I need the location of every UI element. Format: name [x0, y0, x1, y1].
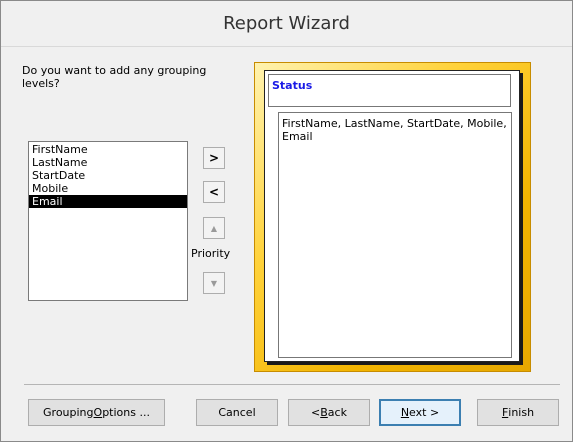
detail-fields-text: FirstName, LastName, StartDate, Mobile, …: [282, 117, 507, 143]
cancel-button[interactable]: Cancel: [196, 399, 278, 426]
list-item[interactable]: LastName: [29, 156, 187, 169]
remove-grouping-button[interactable]: <: [203, 181, 225, 203]
footer-divider: [24, 384, 560, 385]
grouping-prompt: Do you want to add any grouping levels?: [22, 64, 207, 90]
list-item-selected[interactable]: Email: [29, 195, 187, 208]
back-button[interactable]: < Back: [288, 399, 370, 426]
group-header-box: Status: [268, 74, 511, 107]
detail-fields-box: FirstName, LastName, StartDate, Mobile, …: [278, 112, 512, 358]
arrow-up-icon: ▲: [210, 223, 218, 233]
title-bar: Report Wizard: [1, 1, 572, 46]
next-button[interactable]: Next >: [379, 399, 461, 426]
group-header-label: Status: [272, 79, 313, 92]
list-item[interactable]: Mobile: [29, 182, 187, 195]
grouping-options-button[interactable]: Grouping Options ...: [28, 399, 165, 426]
add-grouping-button[interactable]: >: [203, 147, 225, 169]
title-divider: [1, 46, 572, 47]
list-item[interactable]: StartDate: [29, 169, 187, 182]
priority-up-button[interactable]: ▲: [203, 217, 225, 239]
available-fields-list[interactable]: FirstName LastName StartDate Mobile Emai…: [28, 141, 188, 301]
window-title: Report Wizard: [223, 13, 350, 34]
priority-down-button[interactable]: ▼: [203, 272, 225, 294]
priority-label: Priority: [191, 247, 231, 260]
finish-button[interactable]: Finish: [477, 399, 559, 426]
list-item[interactable]: FirstName: [29, 143, 187, 156]
arrow-down-icon: ▼: [210, 278, 218, 288]
